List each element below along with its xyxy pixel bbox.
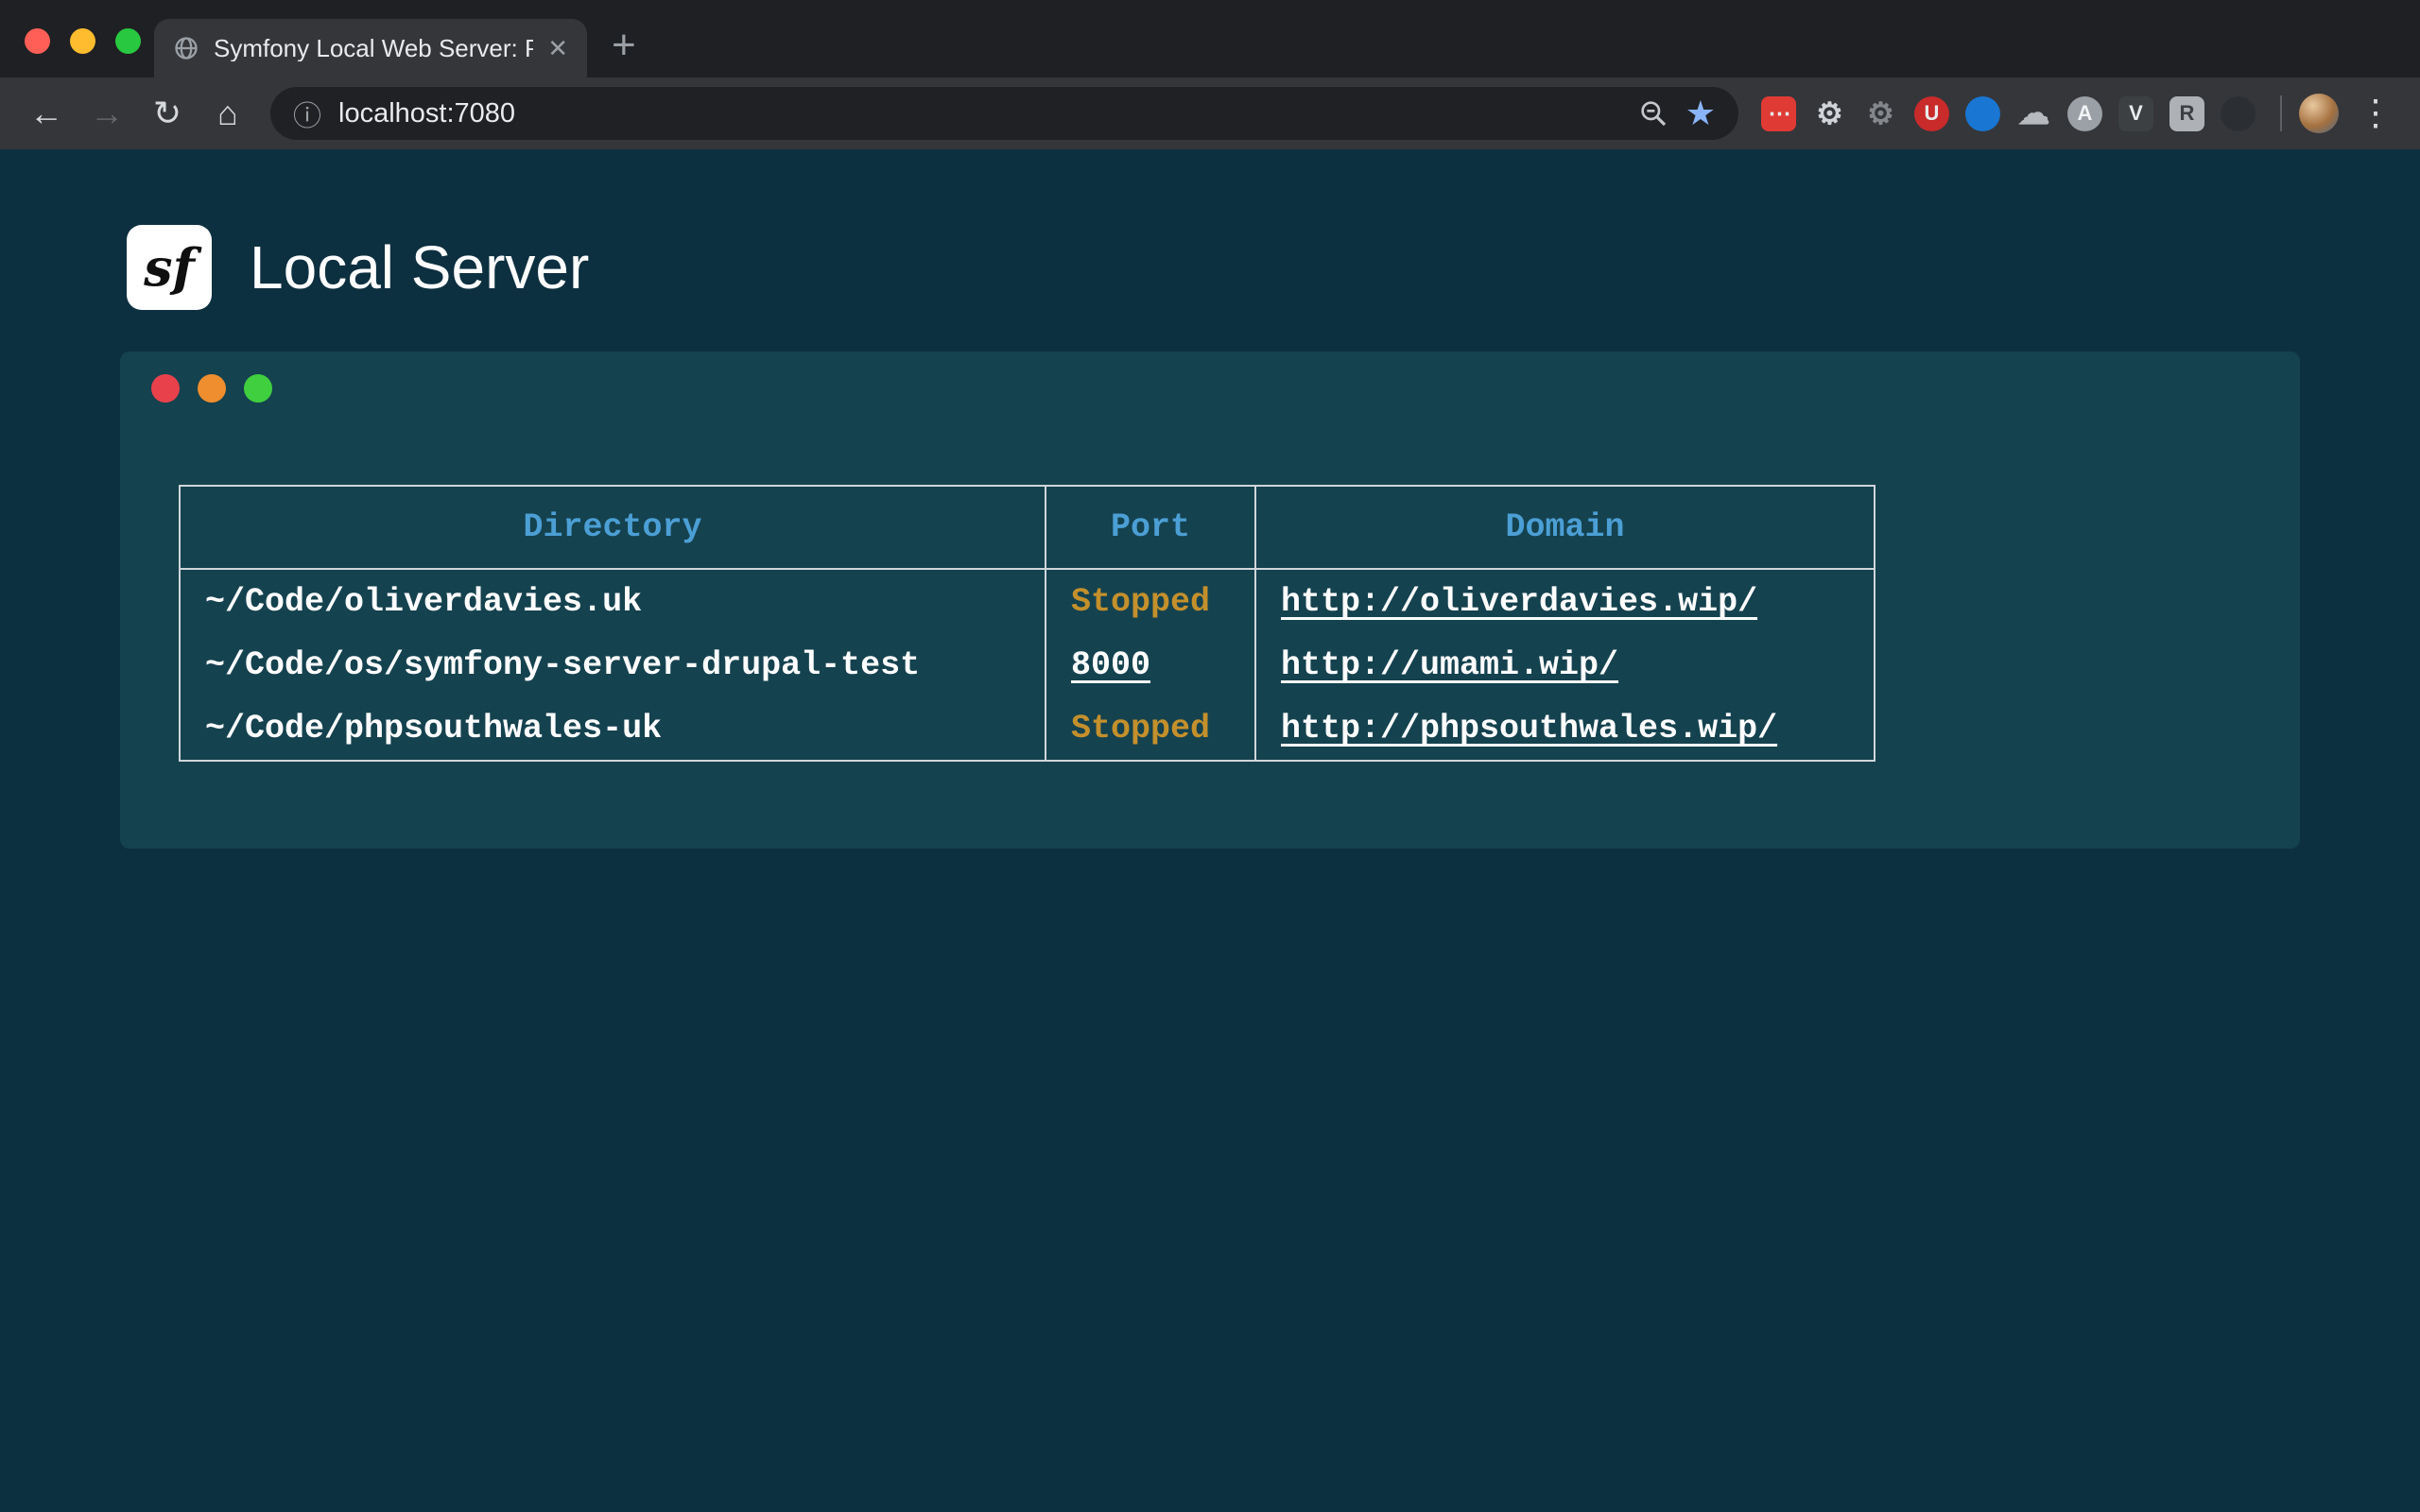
globe-favicon-icon — [173, 35, 199, 61]
red-dots-extension-icon[interactable]: ⋯ — [1761, 96, 1796, 131]
letter-v-extension-icon[interactable]: V — [2118, 96, 2153, 131]
table-header-row: Directory Port Domain — [180, 486, 1875, 569]
tab-title: Symfony Local Web Server: Prox — [214, 35, 533, 62]
gray-extension-icon[interactable]: R — [2169, 96, 2204, 131]
domain-cell: http://oliverdavies.wip/ — [1255, 569, 1875, 633]
domain-link[interactable]: http://phpsouthwales.wip/ — [1281, 710, 1777, 747]
ublock-extension-icon[interactable]: U — [1914, 96, 1949, 131]
tab-close-icon[interactable]: ✕ — [547, 34, 568, 63]
window-minimize-button[interactable] — [70, 28, 95, 54]
letter-a-extension-icon[interactable]: A — [2067, 96, 2102, 131]
window-controls — [25, 28, 141, 54]
panel-green-dot — [244, 374, 272, 403]
new-tab-button[interactable]: + — [612, 25, 636, 66]
forward-icon[interactable]: → — [79, 86, 134, 141]
panel-window-dots — [151, 374, 272, 403]
page-content: sf Local Server Directory Port Domain ~/… — [0, 149, 2420, 1512]
url-text[interactable]: localhost:7080 — [338, 98, 1621, 129]
symfony-logo-icon: sf — [127, 225, 212, 310]
home-icon[interactable]: ⌂ — [200, 86, 255, 141]
domain-cell: http://phpsouthwales.wip/ — [1255, 696, 1875, 761]
directory-cell: ~/Code/oliverdavies.uk — [180, 569, 1046, 633]
address-bar[interactable]: ⓘ localhost:7080 ★ — [270, 87, 1738, 140]
site-info-icon[interactable]: ⓘ — [293, 93, 321, 134]
table-row: ~/Code/phpsouthwales-uk Stopped http://p… — [180, 696, 1875, 761]
port-cell: Stopped — [1046, 569, 1255, 633]
back-icon[interactable]: ← — [19, 86, 74, 141]
domain-link[interactable]: http://oliverdavies.wip/ — [1281, 583, 1757, 621]
port-cell: Stopped — [1046, 696, 1255, 761]
servers-table: Directory Port Domain ~/Code/oliverdavie… — [179, 485, 1876, 762]
browser-toolbar: ← → ↻ ⌂ ⓘ localhost:7080 ★ ⋯ ⚙ ⚙ U ☁ A V… — [0, 77, 2420, 149]
directory-cell: ~/Code/os/symfony-server-drupal-test — [180, 633, 1046, 696]
octocat-extension-icon[interactable] — [2221, 96, 2256, 131]
extensions-row: ⋯ ⚙ ⚙ U ☁ A V R — [1761, 96, 2256, 131]
domain-link[interactable]: http://umami.wip/ — [1281, 646, 1618, 684]
brand-row: sf Local Server — [127, 225, 2420, 310]
directory-column-header: Directory — [180, 486, 1046, 569]
panel-orange-dot — [198, 374, 226, 403]
reload-icon[interactable]: ↻ — [140, 86, 195, 141]
domain-cell: http://umami.wip/ — [1255, 633, 1875, 696]
zoom-icon[interactable] — [1638, 98, 1668, 129]
tab-strip: Symfony Local Web Server: Prox ✕ + — [0, 0, 2420, 77]
profile-avatar[interactable] — [2299, 94, 2339, 133]
cloud-extension-icon[interactable]: ☁ — [2016, 96, 2051, 131]
port-column-header: Port — [1046, 486, 1255, 569]
port-link[interactable]: 8000 — [1071, 646, 1150, 684]
browser-menu-icon[interactable]: ⋮ — [2358, 95, 2394, 131]
blue-circle-extension-icon[interactable] — [1965, 96, 2000, 131]
toolbar-divider — [2280, 95, 2282, 131]
panel-red-dot — [151, 374, 180, 403]
domain-column-header: Domain — [1255, 486, 1875, 569]
table-row: ~/Code/oliverdavies.uk Stopped http://ol… — [180, 569, 1875, 633]
table-row: ~/Code/os/symfony-server-drupal-test 800… — [180, 633, 1875, 696]
bookmark-star-icon[interactable]: ★ — [1685, 96, 1716, 130]
directory-cell: ~/Code/phpsouthwales-uk — [180, 696, 1046, 761]
browser-tab[interactable]: Symfony Local Web Server: Prox ✕ — [154, 19, 587, 77]
page-title: Local Server — [250, 232, 589, 302]
window-zoom-button[interactable] — [115, 28, 141, 54]
gear-dark-extension-icon[interactable]: ⚙ — [1863, 96, 1898, 131]
port-cell: 8000 — [1046, 633, 1255, 696]
symfony-logo-text: sf — [144, 237, 195, 298]
status-stopped: Stopped — [1071, 583, 1210, 621]
server-panel: Directory Port Domain ~/Code/oliverdavie… — [120, 352, 2300, 849]
gear-light-extension-icon[interactable]: ⚙ — [1812, 96, 1847, 131]
window-close-button[interactable] — [25, 28, 50, 54]
status-stopped: Stopped — [1071, 710, 1210, 747]
